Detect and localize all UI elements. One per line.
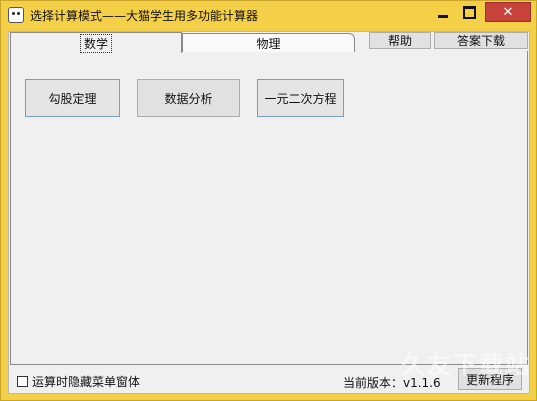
hide-menu-checkbox-label: 运算时隐藏菜单窗体 — [32, 375, 141, 389]
window-title: 选择计算模式——大猫学生用多功能计算器 — [30, 9, 259, 23]
app-window: 选择计算模式——大猫学生用多功能计算器 ✕ 数学 物理 帮助 答案下载 勾股定理… — [0, 0, 537, 401]
pythagorean-theorem-button[interactable]: 勾股定理 — [25, 79, 120, 117]
minimize-button[interactable] — [429, 2, 456, 22]
cat-app-icon[interactable] — [8, 7, 24, 23]
close-button[interactable]: ✕ — [485, 2, 531, 22]
checkbox-box[interactable] — [17, 376, 28, 387]
data-analysis-button[interactable]: 数据分析 — [137, 79, 240, 117]
client-area: 数学 物理 帮助 答案下载 勾股定理 数据分析 一元二次方程 运算时隐藏菜单窗体… — [8, 31, 530, 394]
minimize-icon — [437, 14, 448, 18]
maximize-button[interactable] — [456, 2, 483, 22]
tab-math[interactable]: 数学 — [10, 32, 182, 53]
answer-download-button[interactable]: 答案下载 — [434, 32, 528, 49]
quadratic-equation-button[interactable]: 一元二次方程 — [257, 79, 344, 117]
help-button[interactable]: 帮助 — [369, 32, 431, 49]
hide-menu-checkbox[interactable]: 运算时隐藏菜单窗体 — [17, 373, 140, 390]
status-bar: 运算时隐藏菜单窗体 当前版本：v1.1.6 更新程序 — [9, 365, 529, 393]
update-program-button[interactable]: 更新程序 — [458, 368, 522, 390]
maximize-icon — [463, 5, 476, 19]
version-label: 当前版本：v1.1.6 — [343, 376, 441, 390]
tab-physics-label: 物理 — [256, 36, 281, 51]
tab-math-label: 数学 — [79, 33, 112, 53]
close-icon: ✕ — [502, 4, 514, 20]
tab-physics[interactable]: 物理 — [182, 33, 355, 52]
title-bar[interactable]: 选择计算模式——大猫学生用多功能计算器 ✕ — [1, 1, 536, 31]
